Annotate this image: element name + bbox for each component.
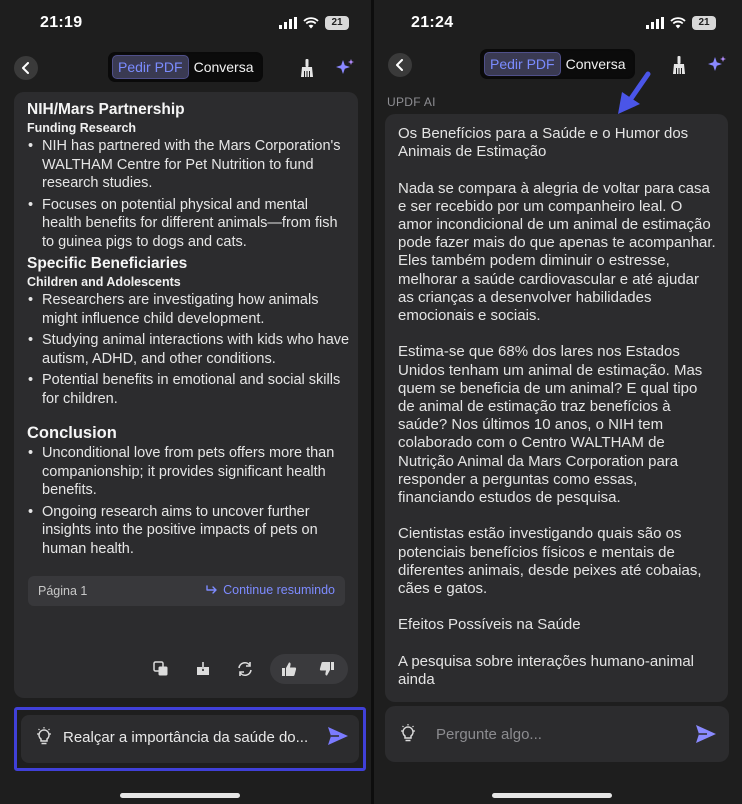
wifi-icon — [303, 17, 319, 29]
top-nav: Pedir PDF Conversa — [0, 52, 371, 86]
bullet-list: Researchers are investigating how animal… — [27, 291, 351, 408]
lightbulb-icon[interactable] — [399, 724, 417, 749]
status-bar: 21:19 21 — [0, 12, 371, 38]
home-indicator — [120, 793, 240, 798]
tab-conversa[interactable]: Conversa — [189, 55, 259, 79]
lightbulb-icon[interactable] — [35, 727, 53, 752]
feedback-group — [270, 654, 348, 684]
thumbs-down-icon[interactable] — [312, 654, 342, 684]
continue-label: Continue resumindo — [223, 583, 335, 597]
scroll-fade — [14, 92, 358, 100]
sparkle-ai-icon[interactable] — [706, 54, 728, 76]
page-footer: Página 1 Continue resumindo — [28, 576, 345, 606]
list-item: Potential benefits in emotional and soci… — [27, 371, 351, 408]
send-icon[interactable] — [695, 724, 717, 749]
section-title: Specific Beneficiaries — [27, 255, 188, 272]
list-item: NIH has partnered with the Mars Corporat… — [27, 137, 351, 193]
continue-summarizing-button[interactable]: Continue resumindo — [206, 583, 335, 597]
broom-clear-icon[interactable] — [296, 57, 318, 79]
broom-clear-icon[interactable] — [668, 54, 690, 76]
list-item: Unconditional love from pets offers more… — [27, 444, 351, 500]
top-nav: Pedir PDF Conversa — [374, 49, 742, 83]
section-subtitle: Funding Research — [27, 121, 137, 135]
response-paragraph: A pesquisa sobre interações humano-anima… — [398, 652, 695, 689]
left-phone-screen: 21:19 21 Pedir PDF Conversa NIH/Mars Par… — [0, 0, 371, 804]
tab-pedir-pdf[interactable]: Pedir PDF — [484, 52, 561, 76]
status-icons: 21 — [646, 16, 716, 30]
response-paragraph: Estima-se que 68% dos lares nos Estados … — [398, 343, 703, 507]
mode-switch: Pedir PDF Conversa — [108, 52, 263, 82]
prompt-input-highlight: Realçar a importância da saúde do... — [14, 707, 366, 771]
response-paragraph: Nada se compara à alegria de voltar para… — [398, 179, 716, 325]
home-indicator — [492, 793, 612, 798]
bullet-list: NIH has partnered with the Mars Corporat… — [27, 137, 351, 251]
arrow-return-icon — [206, 585, 217, 594]
back-button[interactable] — [14, 56, 38, 80]
list-item: Researchers are investigating how animal… — [27, 291, 351, 328]
conclusion-title: Conclusion — [27, 424, 117, 442]
page-number: Página 1 — [38, 584, 88, 598]
section-title: NIH/Mars Partnership — [27, 101, 185, 118]
right-phone-screen: 21:24 21 Pedir PDF Conversa UPDF AI Os B… — [374, 0, 742, 804]
bullet-list: Unconditional love from pets offers more… — [27, 444, 351, 558]
ask-input[interactable]: Pergunte algo... — [385, 706, 729, 762]
wifi-icon — [670, 17, 686, 29]
regenerate-icon[interactable] — [230, 654, 260, 684]
list-item: Studying animal interactions with kids w… — [27, 331, 351, 368]
ai-response-text: Os Benefícios para a Saúde e o Humor dos… — [398, 125, 718, 702]
export-icon[interactable] — [188, 654, 218, 684]
ai-response-bubble: Os Benefícios para a Saúde e o Humor dos… — [385, 114, 728, 702]
response-paragraph: Efeitos Possíveis na Saúde — [398, 616, 581, 634]
ask-placeholder: Pergunte algo... — [436, 726, 542, 743]
sparkle-ai-icon[interactable] — [334, 57, 356, 79]
send-icon[interactable] — [327, 726, 349, 751]
ai-sender-label: UPDF AI — [387, 95, 436, 109]
status-time: 21:19 — [40, 14, 83, 31]
prompt-input[interactable]: Realçar a importância da saúde do... — [21, 715, 359, 763]
response-paragraph: Os Benefícios para a Saúde e o Humor dos… — [398, 125, 689, 161]
battery-indicator: 21 — [325, 16, 349, 30]
status-bar: 21:24 21 — [374, 12, 742, 38]
chevron-left-icon — [396, 59, 403, 71]
summary-content: NIH/Mars Partnership Funding Research NI… — [27, 100, 351, 561]
chevron-left-icon — [22, 62, 29, 74]
battery-indicator: 21 — [692, 16, 716, 30]
back-button[interactable] — [388, 53, 412, 77]
summary-card: NIH/Mars Partnership Funding Research NI… — [14, 92, 358, 698]
annotation-arrow-icon — [618, 71, 651, 114]
cellular-signal-icon — [279, 17, 297, 29]
section-subtitle: Children and Adolescents — [27, 275, 181, 289]
response-paragraph: Cientistas estão investigando quais são … — [398, 525, 702, 598]
status-icons: 21 — [279, 16, 349, 30]
list-item: Focuses on potential physical and mental… — [27, 196, 351, 252]
status-time: 21:24 — [411, 14, 454, 31]
copy-icon[interactable] — [146, 654, 176, 684]
prompt-text: Realçar a importância da saúde do... — [63, 729, 309, 746]
tab-pedir-pdf[interactable]: Pedir PDF — [112, 55, 189, 79]
list-item: Ongoing research aims to uncover further… — [27, 503, 351, 559]
cellular-signal-icon — [646, 17, 664, 29]
message-actions — [146, 654, 348, 684]
thumbs-up-icon[interactable] — [274, 654, 304, 684]
